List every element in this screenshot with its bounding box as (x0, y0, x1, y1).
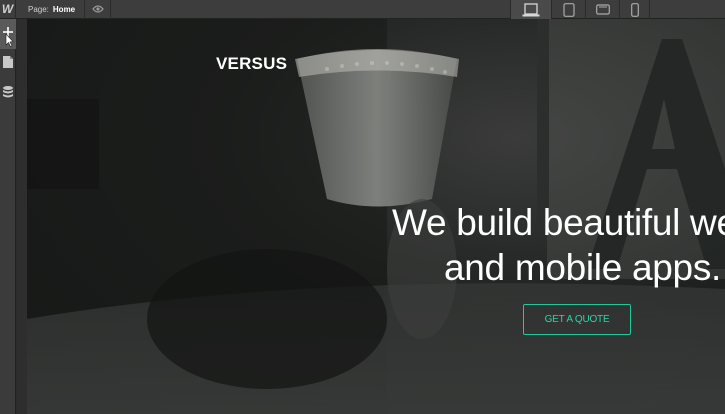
app-logo[interactable]: W (0, 0, 16, 19)
site-logo[interactable]: VERSUS (216, 54, 287, 74)
webflow-designer: W Page: Home VERSUS We build beautiful w… (0, 0, 725, 414)
pages-button[interactable] (0, 49, 16, 79)
phone-portrait-icon (630, 2, 639, 17)
pages-icon (3, 56, 13, 68)
page-selector[interactable]: Page: Home (16, 0, 86, 19)
database-icon (3, 86, 13, 98)
phone-landscape-view-button[interactable] (585, 0, 619, 19)
phone-landscape-icon (595, 4, 610, 15)
hero-heading[interactable]: We build beautiful we and mobile apps. (392, 200, 725, 290)
get-a-quote-button[interactable]: GET A QUOTE (523, 304, 631, 335)
left-toolbar (0, 19, 16, 414)
tablet-icon (562, 2, 575, 17)
add-element-button[interactable] (0, 19, 16, 49)
hero-line-2: and mobile apps. (444, 247, 721, 288)
eye-icon (91, 5, 104, 13)
phone-portrait-view-button[interactable] (619, 0, 650, 19)
top-toolbar: W Page: Home (0, 0, 725, 19)
canvas-margin (17, 19, 27, 414)
cms-button[interactable] (0, 79, 16, 109)
add-icon (3, 27, 14, 47)
page-prefix: Page: (28, 4, 49, 14)
tablet-view-button[interactable] (551, 0, 585, 19)
page-name: Home (52, 4, 76, 14)
hero-line-1: We build beautiful we (392, 202, 725, 243)
preview-button[interactable] (85, 0, 112, 19)
desktop-icon (522, 2, 540, 16)
desktop-view-button[interactable] (510, 0, 551, 19)
device-switcher (510, 0, 650, 19)
design-canvas[interactable]: VERSUS We build beautiful we and mobile … (27, 19, 725, 414)
